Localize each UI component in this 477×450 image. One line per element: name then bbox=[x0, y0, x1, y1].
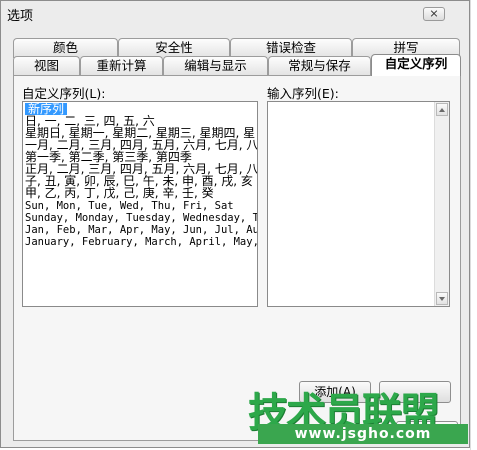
tab-edit-display[interactable]: 编辑与显示 bbox=[163, 56, 268, 76]
scroll-up-arrow-icon[interactable] bbox=[436, 103, 448, 116]
scroll-down-arrow-icon[interactable] bbox=[436, 292, 448, 305]
tab-security[interactable]: 安全性 bbox=[118, 38, 230, 58]
tab-recalculation[interactable]: 重新计算 bbox=[80, 56, 163, 76]
input-list-label: 输入序列(E): bbox=[267, 86, 339, 101]
tab-custom-lists[interactable]: 自定义序列 bbox=[371, 54, 461, 76]
watermark-logo: 技术员联盟 www.jsgho.com bbox=[240, 380, 475, 448]
input-list-scrollbar[interactable] bbox=[434, 102, 449, 306]
custom-lists-listbox[interactable]: 新序列 日, 一, 二, 三, 四, 五, 六 星期日, 星期一, 星期二, 星… bbox=[22, 101, 258, 307]
tab-error-checking[interactable]: 错误检查 bbox=[230, 38, 352, 58]
list-item[interactable]: January, February, March, April, May, Ju… bbox=[25, 236, 257, 248]
list-item[interactable]: Sun, Mon, Tue, Wed, Thu, Fri, Sat bbox=[25, 200, 234, 212]
watermark-url: www.jsgho.com bbox=[258, 424, 468, 444]
tab-colors[interactable]: 颜色 bbox=[13, 38, 118, 58]
title-bar: 选项 bbox=[1, 1, 469, 27]
dialog-title: 选项 bbox=[7, 9, 34, 24]
tab-view[interactable]: 视图 bbox=[13, 56, 80, 76]
list-item[interactable]: Jan, Feb, Mar, Apr, May, Jun, Jul, Aug, … bbox=[25, 224, 257, 236]
close-button[interactable] bbox=[423, 7, 445, 21]
list-item[interactable]: 甲, 乙, 丙, 丁, 戊, 己, 庚, 辛, 壬, 癸 bbox=[25, 187, 214, 199]
input-list-textarea[interactable] bbox=[267, 101, 450, 307]
list-item[interactable]: Sunday, Monday, Tuesday, Wednesday, Thur… bbox=[25, 212, 257, 224]
tab-general-save[interactable]: 常规与保存 bbox=[268, 56, 371, 76]
custom-lists-label: 自定义序列(L): bbox=[22, 86, 106, 101]
